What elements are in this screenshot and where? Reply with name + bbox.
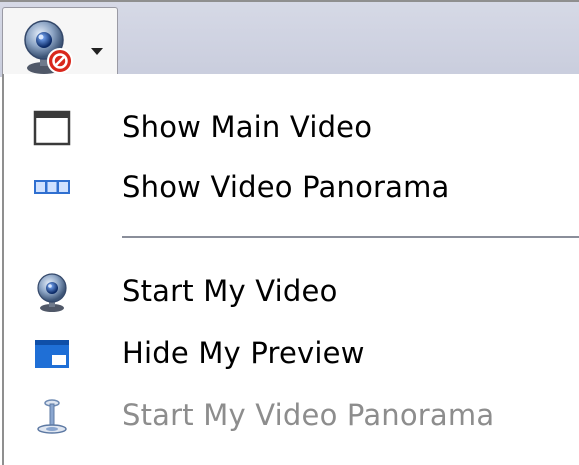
webcam-icon [37, 273, 67, 312]
menu-item-start-my-video-panorama: Start My Video Panorama [4, 384, 579, 446]
video-menu-button[interactable] [2, 7, 118, 77]
webcam-blocked-icon [24, 20, 73, 74]
menu-item-label: Start My Video Panorama [122, 398, 495, 432]
panorama-icon [34, 180, 70, 194]
menu-item-label: Start My Video [122, 274, 338, 308]
menu-item-hide-my-preview[interactable]: Hide My Preview [4, 322, 579, 384]
menu-item-label: Show Main Video [122, 110, 373, 144]
menu-item-start-my-video[interactable]: Start My Video [4, 260, 579, 322]
dropdown-menu: Show Main Video Show Video Panorama Star… [2, 74, 579, 465]
menu-item-label: Show Video Panorama [122, 170, 450, 204]
menu-separator [122, 236, 579, 239]
menu-item-show-video-panorama[interactable]: Show Video Panorama [4, 156, 579, 218]
panorama-camera-icon [37, 399, 67, 434]
menu-item-show-main-video[interactable]: Show Main Video [4, 96, 579, 158]
preview-window-icon [35, 340, 69, 368]
app-window: Show Main Video Show Video Panorama Star… [0, 0, 579, 465]
chevron-down-icon [91, 48, 103, 55]
window-icon [33, 110, 71, 146]
menu-item-label: Hide My Preview [122, 336, 365, 370]
toolbar [0, 0, 579, 77]
